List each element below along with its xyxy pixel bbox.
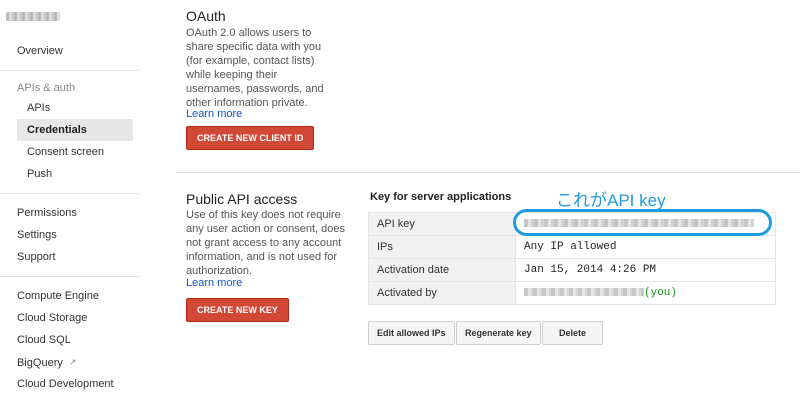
sidebar-divider xyxy=(0,70,140,71)
public-api-description: Use of this key does not require any use… xyxy=(186,209,345,277)
sidebar-divider xyxy=(0,193,140,194)
regenerate-key-button[interactable]: Regenerate key xyxy=(456,321,541,345)
oauth-learn-more-link[interactable]: Learn more xyxy=(186,108,242,120)
create-new-key-button[interactable]: CREATE NEW KEY xyxy=(186,298,289,322)
project-name-redacted xyxy=(6,12,60,21)
public-api-learn-more-link[interactable]: Learn more xyxy=(186,277,242,289)
table-row: Activated by (you) xyxy=(368,281,776,305)
sidebar-section-apis-auth[interactable]: APIs & auth xyxy=(17,77,75,99)
edit-allowed-ips-button[interactable]: Edit allowed IPs xyxy=(368,321,455,345)
activated-by-you: (you) xyxy=(644,287,678,299)
sidebar-item-cloud-storage[interactable]: Cloud Storage xyxy=(17,307,87,329)
sidebar-divider xyxy=(0,276,140,277)
create-new-client-id-button[interactable]: CREATE NEW CLIENT ID xyxy=(186,126,315,150)
annotation-highlight-ring xyxy=(513,209,772,236)
sidebar-item-bigquery[interactable]: BigQuery ↗ xyxy=(17,351,76,373)
server-key-heading: Key for server applications xyxy=(370,191,512,203)
api-key-label: API key xyxy=(368,212,516,236)
activation-date-label: Activation date xyxy=(368,258,516,282)
public-api-title: Public API access xyxy=(186,191,298,207)
sidebar-item-settings[interactable]: Settings xyxy=(17,224,57,246)
sidebar: Overview APIs & auth APIs Credentials Co… xyxy=(0,0,140,407)
sidebar-item-credentials[interactable]: Credentials xyxy=(17,119,133,141)
activated-by-value: (you) xyxy=(515,281,776,305)
oauth-title: OAuth xyxy=(186,8,226,24)
sidebar-item-cloud-development[interactable]: Cloud Development xyxy=(17,373,114,395)
activation-date-value: Jan 15, 2014 4:26 PM xyxy=(515,258,776,282)
activated-by-label: Activated by xyxy=(368,281,516,305)
sidebar-item-compute-engine[interactable]: Compute Engine xyxy=(17,285,99,307)
table-row: IPs Any IP allowed xyxy=(368,235,776,259)
sidebar-item-overview[interactable]: Overview xyxy=(17,40,63,62)
external-link-icon: ↗ xyxy=(68,357,77,367)
sidebar-item-apis[interactable]: APIs xyxy=(17,97,133,119)
section-divider xyxy=(176,172,800,173)
activated-by-email-redacted xyxy=(524,288,644,297)
sidebar-item-bigquery-label: BigQuery xyxy=(17,357,63,369)
oauth-description: OAuth 2.0 allows users to share specific… xyxy=(186,27,324,109)
sidebar-item-support[interactable]: Support xyxy=(17,246,56,268)
annotation-label: これがAPI key xyxy=(556,191,666,210)
sidebar-item-cloud-sql[interactable]: Cloud SQL xyxy=(17,329,71,351)
delete-key-button[interactable]: Delete xyxy=(542,321,604,345)
ips-label: IPs xyxy=(368,235,516,259)
sidebar-item-push[interactable]: Push xyxy=(17,163,133,185)
ips-value: Any IP allowed xyxy=(515,235,776,259)
sidebar-item-consent-screen[interactable]: Consent screen xyxy=(17,141,133,163)
sidebar-item-permissions[interactable]: Permissions xyxy=(17,202,77,224)
table-row: Activation date Jan 15, 2014 4:26 PM xyxy=(368,258,776,282)
